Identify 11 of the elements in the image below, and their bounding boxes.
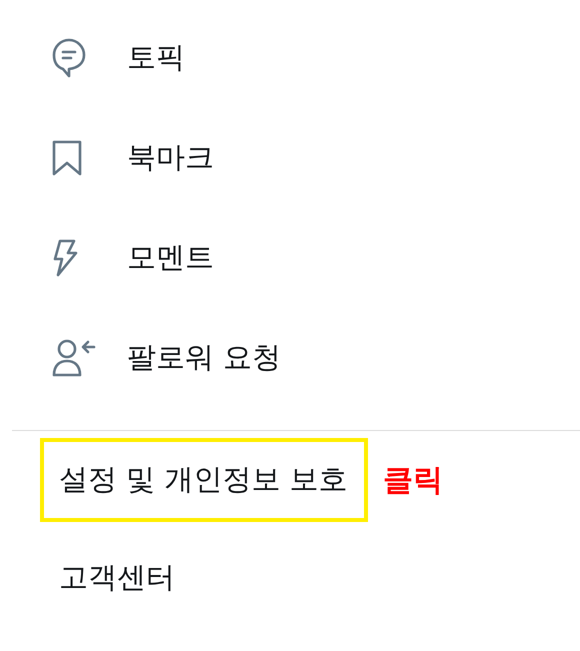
menu-item[interactable]: 팔로워 요청	[127, 338, 282, 378]
menu-item[interactable]: 토픽	[127, 38, 185, 78]
person-arrow-icon	[52, 339, 96, 377]
speech-bubble-icon	[52, 38, 86, 78]
menu-item[interactable]: 고객센터	[40, 536, 194, 620]
lightning-icon	[52, 239, 78, 277]
bookmark-icon	[52, 140, 82, 176]
menu-item[interactable]: 북마크	[127, 138, 214, 178]
highlighted-menu-item[interactable]: 설정 및 개인정보 보호	[40, 438, 368, 522]
annotation-label: 클릭	[383, 462, 443, 500]
menu-item[interactable]: 모멘트	[127, 238, 214, 278]
